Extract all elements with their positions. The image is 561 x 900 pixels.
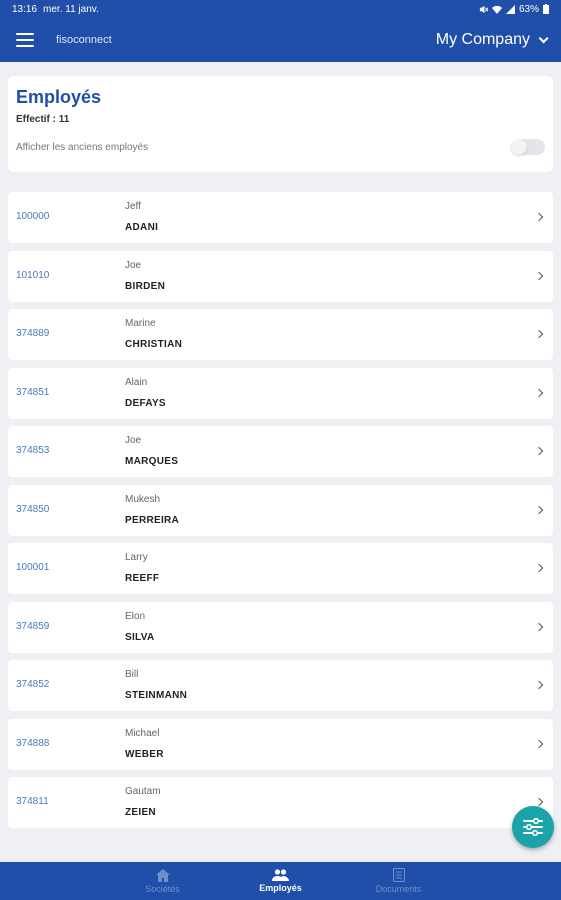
employee-row[interactable]: 100000 Jeff ADANI <box>8 192 553 243</box>
employee-id: 374850 <box>16 503 50 515</box>
employee-first-name: Alain <box>125 376 148 388</box>
chevron-right-icon <box>534 329 544 339</box>
employees-header-card: Employés Effectif : 11 Afficher les anci… <box>8 76 553 172</box>
employee-id: 374811 <box>16 796 49 807</box>
battery-icon <box>543 4 549 14</box>
company-selector[interactable]: My Company <box>435 31 549 49</box>
signal-icon <box>505 4 515 14</box>
employee-last-name: DEFAYS <box>125 397 166 409</box>
chevron-right-icon <box>534 446 544 456</box>
status-time: 13:16 <box>12 3 38 15</box>
chevron-right-icon <box>534 797 544 807</box>
employee-row[interactable]: 374859 Elon SILVA <box>8 601 553 653</box>
employee-last-name: REEFF <box>125 573 160 584</box>
employee-id: 374851 <box>16 386 50 398</box>
employee-id: 374859 <box>16 620 50 632</box>
status-icons: 63% <box>479 4 549 15</box>
employee-id: 100001 <box>16 562 50 573</box>
employee-id: 101010 <box>16 269 50 281</box>
employee-last-name: PERREIRA <box>125 514 180 526</box>
people-icon <box>272 869 289 881</box>
chevron-right-icon <box>534 505 544 514</box>
chevron-right-icon <box>534 739 544 748</box>
battery-percent: 63% <box>518 3 539 15</box>
employee-first-name: Joe <box>125 435 142 446</box>
employee-id: 374888 <box>16 737 50 749</box>
employee-row[interactable]: 100001 Larry REEFF <box>8 543 553 594</box>
employee-first-name: Marine <box>125 318 156 329</box>
chevron-right-icon <box>534 680 544 690</box>
employee-first-name: Joe <box>125 259 142 271</box>
employee-first-name: Bill <box>125 669 139 680</box>
chevron-right-icon <box>534 388 544 397</box>
employee-first-name: Michael <box>125 727 160 739</box>
employee-first-name: Gautam <box>125 786 161 797</box>
employee-row[interactable]: 101010 Joe BIRDEN <box>8 250 553 302</box>
former-employees-row: Afficher les anciens employés <box>16 139 545 155</box>
employee-id: 374852 <box>16 679 50 690</box>
employee-first-name: Mukesh <box>125 493 161 505</box>
filter-sliders-icon <box>523 818 543 836</box>
former-employees-toggle[interactable] <box>511 139 545 155</box>
employee-last-name: MARQUES <box>125 456 179 467</box>
employee-first-name: Jeff <box>125 201 141 212</box>
employee-last-name: BIRDEN <box>125 280 166 292</box>
app-name: fisoconnect <box>56 34 112 46</box>
page-title: Employés <box>16 87 102 107</box>
employee-row[interactable]: 374852 Bill STEINMANN <box>8 660 553 711</box>
employee-row[interactable]: 374888 Michael WEBER <box>8 718 553 770</box>
company-name: My Company <box>435 31 530 48</box>
employee-row[interactable]: 374853 Joe MARQUES <box>8 426 553 477</box>
employee-id: 374853 <box>16 445 50 456</box>
employee-list: 100000 Jeff ADANI 101010 Joe BIRDEN 374889 Mari… <box>8 192 553 836</box>
nav-employes[interactable]: Employés <box>222 862 340 900</box>
chevron-right-icon <box>534 622 544 631</box>
employee-last-name: CHRISTIAN <box>125 339 183 350</box>
employee-count: Effectif : 11 <box>16 114 70 125</box>
employee-first-name: Larry <box>125 552 148 563</box>
app-bar: fisoconnect My Company <box>0 18 561 62</box>
employee-last-name: ADANI <box>125 222 159 233</box>
employee-last-name: WEBER <box>125 748 164 760</box>
employee-id: 100000 <box>16 211 50 222</box>
status-date: mer. 11 janv. <box>43 3 99 15</box>
chevron-right-icon <box>534 563 544 573</box>
employee-id: 374889 <box>16 328 50 339</box>
nav-societes[interactable]: Sociétés <box>104 862 222 900</box>
nav-documents-label: Documents <box>375 884 422 894</box>
mute-icon <box>479 5 488 13</box>
employee-last-name: SILVA <box>125 631 155 643</box>
document-icon <box>392 868 405 882</box>
employee-row[interactable]: 374811 Gautam ZEIEN <box>8 777 553 828</box>
bottom-navigation: Sociétés Employés Documents <box>0 862 561 900</box>
chevron-down-icon <box>538 32 549 43</box>
nav-societes-label: Sociétés <box>145 883 180 894</box>
employee-last-name: ZEIEN <box>125 807 156 818</box>
employee-row[interactable]: 374889 Marine CHRISTIAN <box>8 309 553 360</box>
chevron-right-icon <box>534 271 544 280</box>
chevron-right-icon <box>534 212 544 222</box>
status-bar: 13:16 mer. 11 janv. 63% <box>0 0 561 18</box>
home-icon <box>155 868 170 882</box>
employee-row[interactable]: 374850 Mukesh PERREIRA <box>8 484 553 536</box>
employee-last-name: STEINMANN <box>125 690 188 701</box>
nav-employes-label: Employés <box>259 883 302 893</box>
menu-icon[interactable] <box>16 33 34 47</box>
former-employees-label: Afficher les anciens employés <box>16 141 149 153</box>
employee-row[interactable]: 374851 Alain DEFAYS <box>8 367 553 419</box>
filter-fab-button[interactable] <box>512 806 554 848</box>
nav-documents[interactable]: Documents <box>340 862 458 900</box>
wifi-icon <box>491 5 502 14</box>
employee-first-name: Elon <box>125 610 146 622</box>
toggle-knob <box>511 139 527 155</box>
